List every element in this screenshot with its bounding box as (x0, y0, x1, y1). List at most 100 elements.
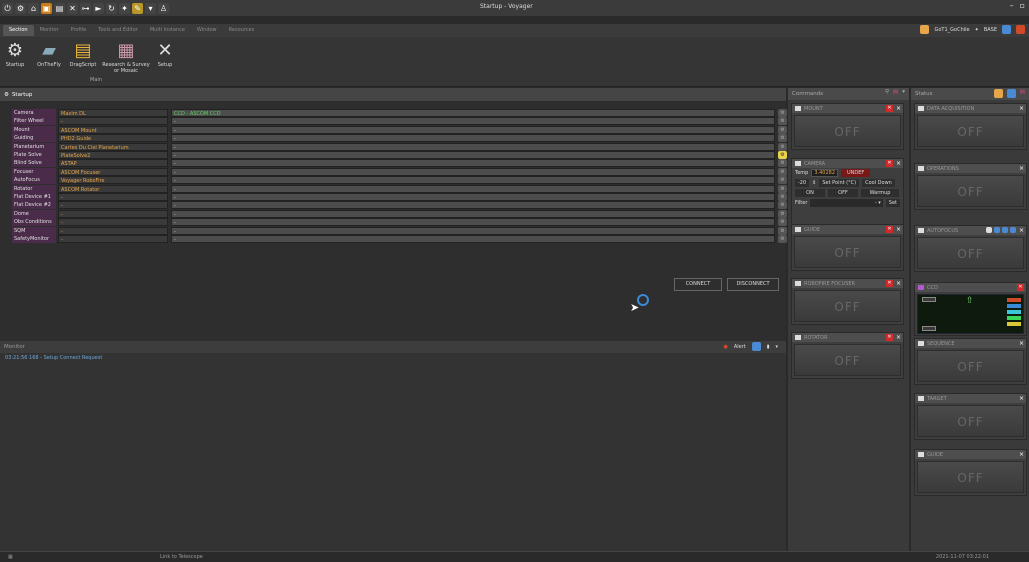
stepper-icon[interactable]: ⇕ (812, 180, 816, 186)
device-driver-select[interactable]: PlateSolve2 (58, 151, 168, 160)
device-config-button[interactable]: ⚙ (778, 117, 787, 126)
device-config-button[interactable]: ⚙ (778, 201, 787, 210)
search-icon[interactable]: ⚲ (885, 89, 889, 95)
person-icon[interactable]: ♙ (158, 2, 169, 14)
device-setting-field[interactable]: - (171, 142, 775, 151)
close-icon[interactable]: × (1019, 105, 1024, 112)
onthefly-button[interactable]: ▰ OnTheFly (32, 40, 66, 68)
close-red-icon[interactable]: ✕ (1017, 284, 1024, 291)
tools-icon[interactable]: ✕ (67, 2, 78, 14)
rotator-off-button[interactable]: OFF (794, 344, 901, 376)
focuser-off-button[interactable]: OFF (794, 290, 901, 322)
device-setting-field[interactable]: - (171, 125, 775, 134)
dropdown-icon[interactable]: ▾ (145, 2, 156, 14)
close-icon[interactable]: × (896, 105, 901, 112)
tab-window[interactable]: Window (191, 25, 223, 36)
power-icon[interactable]: ⏻ (2, 2, 13, 14)
filter-icon[interactable]: ▤ (1020, 89, 1025, 98)
filter-set-button[interactable]: Set (885, 199, 900, 207)
device-driver-select[interactable]: ASCOM Rotator (58, 184, 168, 193)
maximize-icon[interactable]: ▫ (1020, 1, 1025, 10)
image-icon[interactable] (993, 89, 1003, 98)
mode-label[interactable]: BASE (984, 27, 997, 33)
focus-tool-icon[interactable] (1010, 227, 1016, 233)
device-config-button[interactable]: ⚙ (778, 209, 787, 218)
research-survey-button[interactable]: ▦ Research & Survey or Mosaic (102, 40, 150, 74)
device-driver-select[interactable]: - (58, 201, 168, 210)
filter-select[interactable]: - ▾ (810, 199, 883, 207)
device-setting-field[interactable]: CCD - ASCOM CCD (171, 109, 775, 118)
trash-icon[interactable]: ▮ (767, 344, 770, 350)
device-config-button[interactable]: ⚙ (778, 134, 787, 143)
device-driver-select[interactable]: - (58, 218, 168, 227)
close-icon[interactable]: × (896, 280, 901, 287)
tab-profile[interactable]: Profile (65, 25, 93, 36)
device-setting-field[interactable]: - (171, 193, 775, 202)
close-icon[interactable]: × (1019, 340, 1024, 347)
close-red-icon[interactable]: ✕ (886, 280, 893, 287)
device-setting-field[interactable]: - (171, 184, 775, 193)
device-driver-select[interactable]: Voyager RoboFire (58, 176, 168, 185)
device-setting-field[interactable]: - (171, 151, 775, 160)
lightbulb-icon[interactable]: ✦ (119, 2, 130, 14)
device-config-button[interactable]: ⚙ (778, 218, 787, 227)
list-icon[interactable] (1006, 89, 1016, 98)
focus-tool-icon[interactable] (1002, 227, 1008, 233)
alert-icon[interactable] (1016, 25, 1025, 34)
minimize-icon[interactable]: – (1010, 1, 1014, 10)
device-driver-select[interactable]: - (58, 209, 168, 218)
camera-on-button[interactable]: ON (795, 189, 825, 197)
guide-off-button[interactable]: OFF (794, 236, 901, 268)
device-config-button[interactable]: ⚙ (778, 176, 787, 185)
chart-icon[interactable]: ▤ (54, 2, 65, 14)
device-config-button[interactable]: ⚙ (778, 109, 787, 118)
device-driver-select[interactable]: - (58, 226, 168, 235)
setpoint-button[interactable]: Set Point (°C) (819, 179, 860, 187)
device-driver-select[interactable]: - (58, 235, 168, 244)
camera-off-button[interactable]: OFF (828, 189, 858, 197)
device-setting-field[interactable]: - (171, 235, 775, 244)
device-config-button[interactable]: ⚙ (778, 159, 787, 168)
pin-icon[interactable]: ▾ (902, 89, 905, 95)
device-driver-select[interactable]: ASCOM Focuser (58, 167, 168, 176)
device-config-button[interactable]: ⚙ (778, 226, 787, 235)
device-setting-field[interactable]: - (171, 226, 775, 235)
device-setting-field[interactable]: - (171, 117, 775, 126)
device-driver-select[interactable]: Maxim DL (58, 109, 168, 118)
close-red-icon[interactable]: ✕ (886, 226, 893, 233)
device-setting-field[interactable]: - (171, 159, 775, 168)
device-driver-select[interactable]: Cartes Du Ciel Planetarium (58, 142, 168, 151)
startup-button[interactable]: ⚙ Startup (4, 40, 26, 68)
home-icon[interactable]: ⌂ (28, 2, 39, 14)
device-setting-field[interactable]: - (171, 201, 775, 210)
display-icon[interactable] (1002, 25, 1011, 34)
alert-label[interactable]: Alert (734, 344, 746, 350)
close-icon[interactable]: × (1019, 395, 1024, 402)
device-config-button[interactable]: ⚙ (778, 235, 787, 244)
refresh-icon[interactable]: ↻ (106, 2, 117, 14)
close-icon[interactable]: × (1019, 451, 1024, 458)
dragscript-button[interactable]: ▤ DragScript (68, 40, 98, 68)
close-icon[interactable]: × (1019, 165, 1024, 172)
device-setting-field[interactable]: - (171, 218, 775, 227)
device-driver-select[interactable]: - (58, 193, 168, 202)
tab-monitor[interactable]: Monitor (34, 25, 65, 36)
close-red-icon[interactable]: ✕ (886, 334, 893, 341)
device-config-button[interactable]: ⚙ (778, 184, 787, 193)
link-icon[interactable]: ⊶ (80, 2, 91, 14)
device-config-button[interactable]: ⚙ (778, 142, 787, 151)
tab-resources[interactable]: Resources (223, 25, 261, 36)
close-icon[interactable]: × (1019, 227, 1024, 234)
close-red-icon[interactable]: ✕ (886, 160, 893, 167)
forward-icon[interactable]: ► (93, 2, 104, 14)
tab-tools-editor[interactable]: Tools and Editor (92, 25, 144, 36)
device-config-button[interactable]: ⚙ (778, 167, 787, 176)
pin-icon[interactable]: ▾ (775, 344, 778, 350)
device-setting-field[interactable]: - (171, 176, 775, 185)
connect-button[interactable]: CONNECT (674, 278, 722, 291)
close-icon[interactable]: × (896, 334, 901, 341)
startup-title[interactable]: Startup (12, 92, 32, 98)
folder-icon[interactable]: ▣ (41, 2, 52, 14)
warmup-button[interactable]: Warmup (861, 189, 899, 197)
profile-name[interactable]: GoT1_GoChile (934, 27, 969, 33)
